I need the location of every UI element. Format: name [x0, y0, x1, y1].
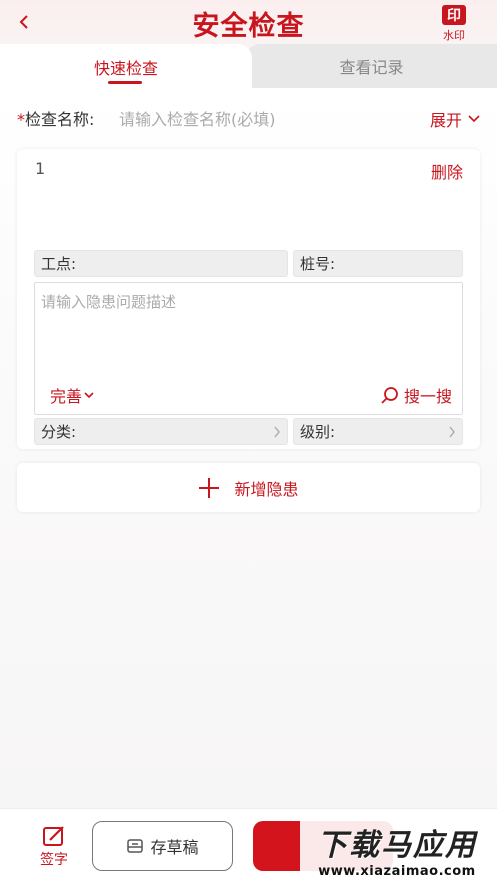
main-content: *检查名称: 展开 1 删除 工点: 桩号: 完善	[0, 88, 497, 808]
pen-edit-icon	[43, 826, 64, 846]
perfect-button[interactable]: 完善	[50, 383, 94, 407]
plus-icon	[199, 477, 220, 498]
add-hazard-label: 新增隐患	[234, 479, 299, 499]
category-label: 分类:	[41, 423, 77, 441]
work-point-label: 工点:	[41, 255, 77, 273]
search-icon	[381, 387, 398, 404]
pile-number-field[interactable]: 桩号:	[293, 250, 463, 277]
hazard-description-box: 完善 搜一搜	[34, 282, 463, 415]
check-name-row: *检查名称: 展开	[17, 106, 480, 132]
search-label: 搜一搜	[403, 387, 452, 406]
chevron-down-icon	[84, 391, 94, 398]
chevron-right-icon	[449, 426, 455, 438]
tab-quick-check[interactable]: 快速检查	[0, 44, 252, 90]
tab-records-label: 查看记录	[339, 58, 404, 77]
hazard-card: 1 删除 工点: 桩号: 完善 搜一搜	[17, 149, 480, 493]
tab-records[interactable]: 查看记录	[246, 44, 497, 88]
site-watermark: 下载马应用 www.xiazaimao.com	[300, 818, 494, 880]
watermark-icon: 印	[442, 5, 466, 25]
work-point-field[interactable]: 工点:	[34, 250, 288, 277]
inbox-icon	[127, 839, 144, 853]
delete-button[interactable]: 删除	[431, 159, 463, 183]
save-draft-button[interactable]: 存草稿	[92, 821, 233, 871]
chevron-down-icon	[468, 115, 480, 123]
search-button[interactable]: 搜一搜	[380, 383, 452, 407]
watermark-button[interactable]: 印 水印	[436, 5, 472, 43]
category-select[interactable]: 分类:	[34, 418, 288, 445]
tab-active-indicator	[108, 81, 142, 84]
level-label: 级别:	[300, 423, 336, 441]
chevron-right-icon	[274, 426, 280, 438]
watermark-label: 水印	[443, 29, 465, 42]
app-header: 安全检查 印 水印	[0, 0, 497, 44]
site-watermark-url: www.xiazaimao.com	[318, 863, 476, 879]
expand-label: 展开	[429, 111, 462, 130]
perfect-label: 完善	[50, 387, 83, 406]
site-watermark-title: 下载马应用	[317, 827, 477, 863]
tab-quick-check-label: 快速检查	[93, 59, 158, 78]
save-draft-label: 存草稿	[150, 838, 199, 857]
page-title: 安全检查	[192, 11, 305, 42]
hazard-index: 1	[35, 159, 46, 178]
tab-bar: 查看记录 快速检查	[0, 44, 497, 90]
required-mark: *	[17, 110, 25, 129]
add-hazard-button[interactable]: 新增隐患	[17, 463, 480, 512]
pile-number-label: 桩号:	[300, 255, 336, 273]
sign-button[interactable]: 签字	[34, 825, 74, 869]
sign-label: 签字	[40, 852, 68, 868]
check-name-label: 检查名称:	[25, 110, 95, 129]
level-select[interactable]: 级别:	[293, 418, 463, 445]
hazard-description-input[interactable]	[35, 283, 462, 373]
expand-button[interactable]: 展开	[430, 106, 480, 132]
check-name-input[interactable]	[119, 106, 389, 132]
